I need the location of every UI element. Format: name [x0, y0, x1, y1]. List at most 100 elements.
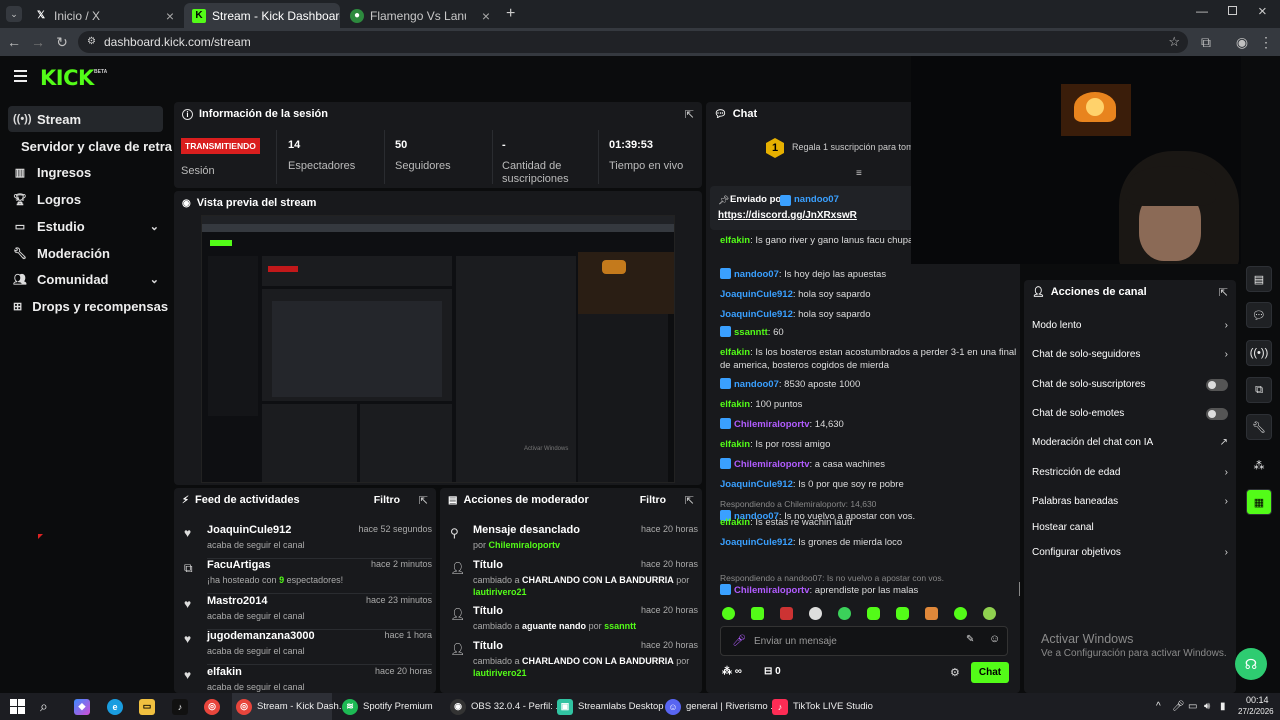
emote-icon[interactable]: [954, 607, 967, 620]
battery-icon[interactable]: ▮: [1220, 693, 1226, 720]
chrome-icon[interactable]: ◎: [204, 693, 220, 720]
action-ai-moderation[interactable]: Moderación del chat con IA ↗: [1032, 437, 1228, 448]
pinned-user[interactable]: nandoo07: [794, 194, 839, 205]
profile-icon[interactable]: ◉: [1234, 35, 1250, 49]
clock-time[interactable]: 00:14: [1246, 695, 1269, 705]
close-window-icon[interactable]: ×: [1258, 3, 1267, 20]
filter-button[interactable]: Filtro: [640, 494, 666, 506]
chat-settings-gear-icon[interactable]: ⚙: [950, 666, 960, 679]
new-tab-button[interactable]: +: [506, 5, 515, 23]
sidebar-item-drops[interactable]: ⊞ Drops y recompensas: [8, 293, 168, 319]
action-emotes-only[interactable]: Chat de solo-emotes: [1032, 407, 1228, 420]
menu-kebab-icon[interactable]: ⋮: [1258, 35, 1274, 49]
chat-bubble-icon[interactable]: 💬︎: [1246, 302, 1272, 328]
chat-username[interactable]: nandoo07: [734, 379, 779, 390]
taskbar-app-spotify[interactable]: ≋ Spotify Premium: [342, 693, 433, 720]
restore-window-icon[interactable]: [1228, 6, 1237, 15]
people-icon[interactable]: ⧉: [1246, 377, 1272, 403]
edge-icon[interactable]: e: [107, 693, 123, 720]
tab-flamengo-lanus[interactable]: ● Flamengo Vs Lanús - Resultado ×: [342, 3, 498, 28]
feed-user[interactable]: jugodemanzana3000: [207, 630, 315, 642]
close-tab-icon[interactable]: ×: [166, 8, 174, 24]
taskbar-app-streamlabs[interactable]: ▣ Streamlabs Desktop: [557, 693, 664, 720]
file-explorer-icon[interactable]: ▭: [139, 693, 155, 720]
popout-icon[interactable]: ⇱: [419, 494, 428, 507]
pinned-link[interactable]: https://discord.gg/JnXRxswR: [718, 210, 857, 221]
action-subscribers-only[interactable]: Chat de solo-suscriptores: [1032, 378, 1228, 391]
toggle-switch[interactable]: [1206, 407, 1228, 420]
action-set-goals[interactable]: Configurar objetivos ›: [1032, 547, 1228, 558]
reload-icon[interactable]: ↻: [54, 35, 70, 49]
action-host-channel[interactable]: Hostear canal: [1032, 522, 1228, 533]
emoji-icon[interactable]: ☺: [989, 633, 1000, 645]
kick-logo[interactable]: KICK: [40, 66, 94, 90]
action-followers-only[interactable]: Chat de solo-seguidores ›: [1032, 349, 1228, 360]
toggle-switch[interactable]: [1206, 378, 1228, 391]
extensions-icon[interactable]: ⧉: [1198, 35, 1214, 49]
volume-icon[interactable]: 🔊︎: [1204, 693, 1210, 720]
taskbar-app-discord[interactable]: ☺ general | Riverismo ...: [665, 693, 778, 720]
bookmark-star-icon[interactable]: ☆: [1168, 31, 1180, 53]
action-banned-words[interactable]: Palabras baneadas ›: [1032, 496, 1228, 507]
action-age-restriction[interactable]: Restricción de edad ›: [1032, 467, 1228, 478]
feed-user[interactable]: JoaquinCule912: [207, 524, 291, 536]
emote-icon[interactable]: [838, 607, 851, 620]
points-icon[interactable]: ⁂: [1246, 452, 1272, 478]
back-arrow-icon[interactable]: ←: [6, 35, 22, 49]
sidebar-item-server-key[interactable]: Servidor y clave de retransmisión: [16, 133, 172, 159]
support-headset-icon[interactable]: ☊: [1235, 648, 1267, 680]
sidebar-item-logros[interactable]: 🏆︎ Logros: [8, 186, 163, 212]
microphone-tray-icon[interactable]: 🎤︎: [1172, 693, 1185, 720]
taskbar-app-chrome-kick[interactable]: ◎ Stream - Kick Dash...: [232, 693, 347, 720]
chat-username[interactable]: JoaquinCule912: [720, 289, 793, 300]
network-icon[interactable]: ▭: [1188, 693, 1197, 720]
emote-icon[interactable]: [722, 607, 735, 620]
copilot-icon[interactable]: ◆: [74, 693, 90, 720]
taskbar-app-tiktok-live[interactable]: ♪ TikTok LIVE Studio: [772, 693, 873, 720]
sidebar-item-moderacion[interactable]: 🔧︎ Moderación: [8, 240, 163, 266]
start-button[interactable]: [10, 693, 25, 720]
taskbar-app-obs[interactable]: ◉ OBS 32.0.4 - Perfil: ...: [450, 693, 563, 720]
popout-icon[interactable]: ⇱: [685, 108, 694, 121]
emote-icon[interactable]: [983, 607, 996, 620]
chat-username[interactable]: nandoo07: [734, 269, 779, 280]
popout-icon[interactable]: ⇱: [1219, 286, 1228, 299]
emote-icon[interactable]: [751, 607, 764, 620]
tab-kick-dashboard[interactable]: K Stream - Kick Dashboard ×: [184, 3, 340, 28]
tray-chevron-up-icon[interactable]: ^: [1156, 693, 1161, 720]
site-info-icon[interactable]: ⚙: [87, 31, 96, 53]
sidebar-item-stream[interactable]: ((•)) Stream: [8, 106, 163, 132]
microphone-icon[interactable]: 🎤︎: [732, 634, 746, 647]
chat-username[interactable]: ssanntt: [734, 327, 768, 338]
minimize-window-icon[interactable]: —: [1196, 4, 1208, 18]
chat-username[interactable]: elfakin: [720, 347, 750, 358]
clapperboard-icon[interactable]: ▦: [1246, 489, 1272, 515]
emote-icon[interactable]: [867, 607, 880, 620]
tab-inicio-x[interactable]: 𝕏 Inicio / X ×: [26, 3, 182, 28]
channel-points[interactable]: ⁂ ∞: [722, 666, 742, 677]
tiktok-icon[interactable]: ♪: [172, 693, 188, 720]
sidebar-item-comunidad[interactable]: 👥︎ Comunidad ⌄: [8, 266, 163, 292]
chat-username[interactable]: elfakin: [720, 235, 750, 246]
gift-count[interactable]: ⊟ 0: [764, 666, 781, 677]
emote-icon[interactable]: [809, 607, 822, 620]
hamburger-menu-icon[interactable]: [14, 70, 27, 82]
sidebar-item-ingresos[interactable]: ▥ Ingresos: [8, 159, 163, 185]
tab-list-dropdown[interactable]: ⌄: [6, 6, 22, 22]
feed-user[interactable]: elfakin: [207, 666, 242, 678]
chat-username[interactable]: elfakin: [720, 439, 750, 450]
sidebar-item-estudio[interactable]: ▭ Estudio ⌄: [8, 213, 163, 239]
feed-user[interactable]: Mastro2014: [207, 595, 268, 607]
url-field[interactable]: ⚙ dashboard.kick.com/stream ☆: [78, 31, 1188, 53]
clock-date[interactable]: 27/2/2026: [1238, 707, 1274, 716]
forward-arrow-icon[interactable]: →: [30, 35, 46, 49]
chat-username[interactable]: Chilemiraloportv: [734, 459, 810, 470]
notes-icon[interactable]: ▤: [1246, 266, 1272, 292]
wrench-icon[interactable]: 🔧︎: [1246, 414, 1272, 440]
kick-emotes-icon[interactable]: ✎: [966, 634, 974, 645]
chat-username[interactable]: elfakin: [720, 399, 750, 410]
chat-username[interactable]: JoaquinCule912: [720, 309, 793, 320]
search-icon[interactable]: ⌕: [40, 693, 48, 720]
stream-preview-video[interactable]: Activar Windows: [201, 215, 675, 483]
chat-input[interactable]: 🎤︎ Enviar un mensaje ✎ ☺: [720, 626, 1008, 656]
